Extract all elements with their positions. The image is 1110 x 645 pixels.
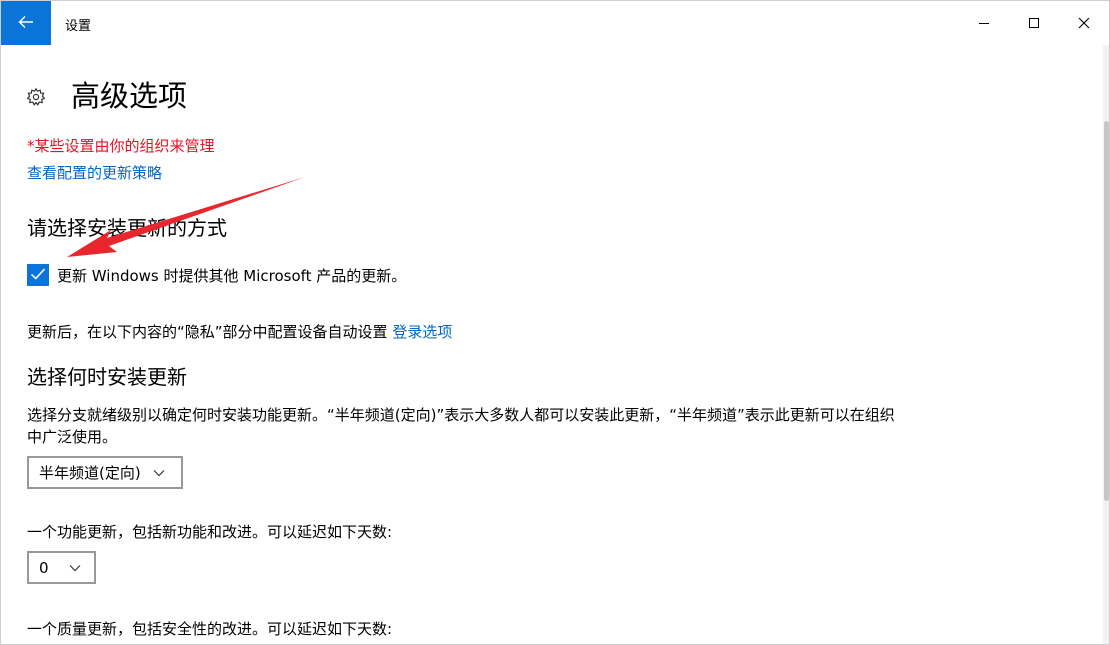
settings-window: 设置 高级选项 *某些设置由你的组织来管理 查看配置的更新策略 请选择安装更新的… [0, 0, 1110, 645]
checkbox-label: 更新 Windows 时提供其他 Microsoft 产品的更新。 [57, 266, 407, 285]
title-bar: 设置 [1, 1, 1109, 45]
page-header: 高级选项 [25, 63, 187, 131]
minimize-button[interactable] [961, 1, 1007, 45]
managed-warning: *某些设置由你的组织来管理 [27, 137, 215, 155]
channel-select[interactable]: 半年频道(定向) [27, 456, 183, 489]
privacy-description: 更新后，在以下内容的“隐私”部分中配置设备自动设置 [27, 323, 388, 341]
feature-defer-days-select[interactable]: 0 [27, 551, 96, 584]
page-title: 高级选项 [71, 79, 188, 114]
other-products-checkbox[interactable]: 更新 Windows 时提供其他 Microsoft 产品的更新。 [27, 264, 406, 286]
feature-update-defer-label: 一个功能更新，包括新功能和改进。可以延迟如下天数: [27, 523, 393, 541]
feature-defer-days-value: 0 [39, 558, 49, 577]
close-button[interactable] [1061, 1, 1107, 45]
arrow-left-icon [18, 14, 34, 33]
install-method-heading: 请选择安装更新的方式 [27, 216, 227, 240]
gear-icon [25, 86, 47, 108]
window-title: 设置 [65, 19, 92, 34]
maximize-icon [1028, 14, 1040, 33]
checkbox-box[interactable] [27, 264, 49, 286]
close-icon [1078, 14, 1090, 33]
minimize-icon [978, 14, 990, 33]
scrollbar-thumb[interactable] [1104, 121, 1109, 501]
maximize-button[interactable] [1011, 1, 1057, 45]
sign-in-options-link[interactable]: 登录选项 [392, 323, 452, 341]
privacy-text: 更新后，在以下内容的“隐私”部分中配置设备自动设置 登录选项 [27, 321, 452, 342]
view-policies-link[interactable]: 查看配置的更新策略 [27, 162, 162, 183]
chevron-down-icon [69, 564, 81, 572]
back-button[interactable] [1, 1, 51, 45]
chevron-down-icon [153, 469, 165, 477]
install-time-heading: 选择何时安装更新 [27, 365, 187, 389]
channel-select-value: 半年频道(定向) [39, 464, 141, 482]
main-content: 高级选项 *某些设置由你的组织来管理 查看配置的更新策略 请选择安装更新的方式 … [1, 45, 1101, 644]
branch-readiness-description: 选择分支就绪级别以确定何时安装功能更新。“半年频道(定向)”表示大多数人都可以安… [27, 406, 895, 446]
checkmark-icon [30, 266, 46, 285]
vertical-scrollbar[interactable] [1103, 45, 1109, 644]
quality-update-defer-label: 一个质量更新，包括安全性的改进。可以延迟如下天数: [27, 620, 393, 638]
